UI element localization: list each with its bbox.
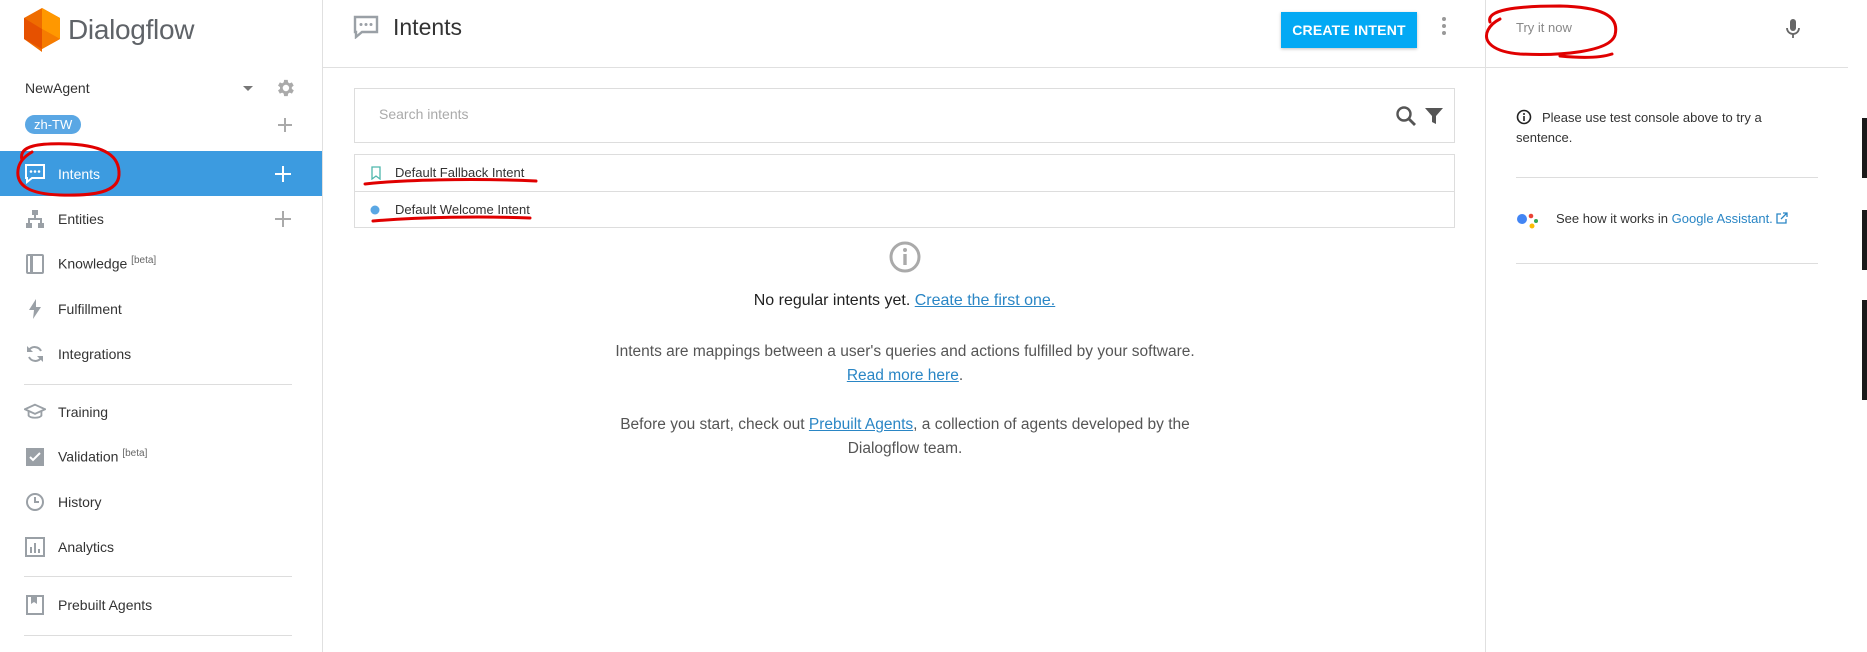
book-icon (24, 253, 46, 275)
sidebar-item-knowledge[interactable]: Knowledge [beta] (0, 241, 322, 286)
language-row: zh-TW (25, 115, 297, 137)
sidebar-item-prebuilt-agents[interactable]: Prebuilt Agents (0, 582, 322, 627)
intent-row-fallback[interactable]: Default Fallback Intent (355, 155, 1454, 191)
sidebar-item-label: Prebuilt Agents (58, 596, 153, 613)
clock-icon (24, 491, 46, 513)
panel-divider (1516, 263, 1818, 264)
sidebar-item-history[interactable]: History (0, 479, 322, 524)
add-language-icon[interactable] (277, 117, 293, 133)
hierarchy-icon (24, 208, 46, 230)
console-note: Please use test console above to try a s… (1516, 109, 1762, 145)
search-icon[interactable] (1395, 105, 1417, 127)
sidebar-item-label: History (58, 493, 102, 510)
google-assistant-text: See how it works in Google Assistant. (1556, 211, 1789, 226)
dialogflow-logo-icon (24, 8, 60, 52)
intent-name: Default Welcome Intent (395, 202, 530, 217)
gear-icon[interactable] (274, 77, 296, 99)
sidebar-item-analytics[interactable]: Analytics (0, 524, 322, 569)
google-assistant-link[interactable]: Google Assistant. (1672, 211, 1789, 226)
info-icon (1516, 109, 1532, 125)
sidebar-item-label: Analytics (58, 538, 115, 555)
bookmark-book-icon (24, 594, 46, 616)
agent-name: NewAgent (25, 80, 90, 96)
bar-chart-icon (24, 536, 46, 558)
panel-divider (1516, 177, 1818, 178)
filter-icon[interactable] (1423, 105, 1445, 127)
chevron-down-icon[interactable] (243, 86, 253, 91)
sidebar-item-fulfillment[interactable]: Fulfillment (0, 286, 322, 331)
sidebar-item-training[interactable]: Training (0, 389, 322, 434)
sidebar-divider (24, 576, 292, 577)
create-first-intent-link[interactable]: Create the first one. (915, 292, 1056, 309)
sidebar-divider (24, 635, 292, 636)
beta-badge: [beta] (131, 255, 157, 267)
graduation-cap-icon (24, 401, 46, 423)
main-header: Intents CREATE INTENT (323, 0, 1485, 68)
status-dot-icon (370, 205, 380, 215)
sidebar-item-label: Training (58, 403, 109, 420)
read-more-link[interactable]: Read more here (847, 367, 959, 384)
sidebar-item-label: Validation [beta] (58, 448, 148, 465)
bolt-icon (24, 298, 46, 320)
edge-bar (1862, 118, 1867, 178)
more-options-icon[interactable] (1440, 17, 1448, 39)
bookmark-icon (371, 166, 381, 180)
agent-selector[interactable]: NewAgent (25, 77, 297, 102)
add-entity-icon[interactable] (274, 210, 292, 228)
microphone-icon[interactable] (1784, 17, 1802, 41)
sidebar-divider (24, 384, 292, 385)
google-assistant-row: See how it works in Google Assistant. (1516, 208, 1826, 234)
chat-bubble-icon (24, 163, 46, 185)
intent-list: Default Fallback Intent Default Welcome … (354, 154, 1455, 228)
search-box (354, 88, 1455, 143)
empty-state-description: Intents are mappings between a user's qu… (615, 343, 1195, 384)
search-input[interactable] (379, 106, 1339, 122)
checkbox-icon (24, 446, 46, 468)
brand-name: Dialogflow (68, 14, 195, 45)
add-intent-icon[interactable] (274, 165, 292, 183)
sidebar-item-label: Knowledge [beta] (58, 255, 157, 272)
sidebar: Dialogflow NewAgent zh-TW Intents Entiti… (0, 0, 323, 652)
sidebar-item-intents[interactable]: Intents (0, 151, 322, 196)
test-console-panel: Please use test console above to try a s… (1485, 0, 1849, 652)
language-chip[interactable]: zh-TW (25, 115, 82, 134)
sidebar-item-label: Intents (58, 165, 101, 182)
sidebar-item-label: Entities (58, 210, 104, 227)
prebuilt-agents-link[interactable]: Prebuilt Agents (809, 416, 913, 433)
create-intent-button[interactable]: CREATE INTENT (1281, 12, 1417, 48)
try-it-now-input[interactable] (1516, 20, 1756, 35)
edge-bar (1862, 300, 1867, 400)
external-link-icon (1776, 212, 1789, 224)
test-console-header (1486, 0, 1849, 68)
info-icon (889, 241, 921, 273)
sidebar-item-validation[interactable]: Validation [beta] (0, 434, 322, 479)
beta-badge: [beta] (122, 448, 148, 460)
google-assistant-icon (1517, 213, 1538, 229)
sync-icon (24, 343, 46, 365)
sidebar-item-label: Fulfillment (58, 300, 122, 317)
dialogflow-logo[interactable]: Dialogflow (24, 8, 194, 52)
chat-bubble-icon (353, 15, 379, 39)
intent-name: Default Fallback Intent (395, 165, 525, 180)
page-title: Intents (393, 14, 463, 40)
sidebar-item-integrations[interactable]: Integrations (0, 331, 322, 376)
edge-bar (1862, 210, 1867, 270)
prebuilt-agents-hint: Before you start, check out Prebuilt Age… (620, 416, 1190, 457)
intent-row-welcome[interactable]: Default Welcome Intent (355, 191, 1454, 227)
empty-state-title: No regular intents yet. Create the first… (753, 292, 1056, 309)
sidebar-item-label: Integrations (58, 345, 132, 362)
sidebar-item-entities[interactable]: Entities (0, 196, 322, 241)
